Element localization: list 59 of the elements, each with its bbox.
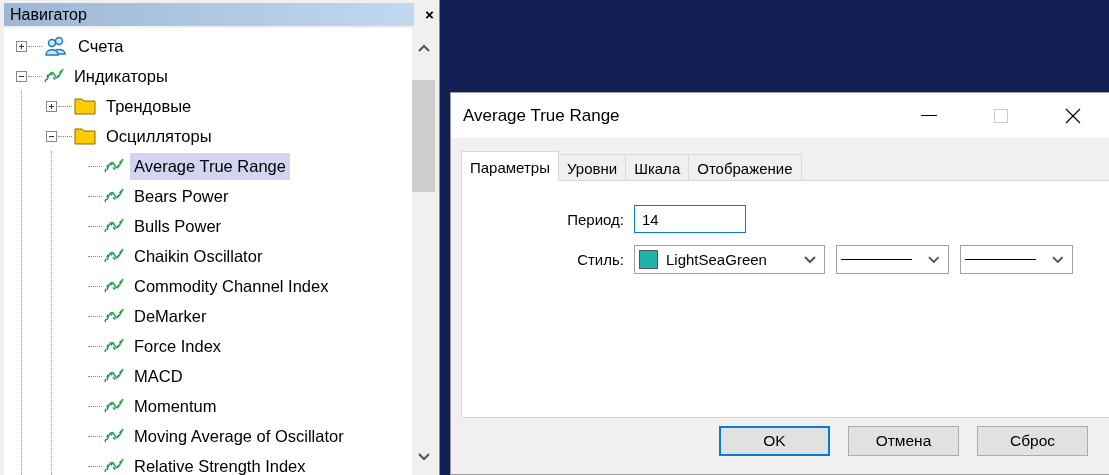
tree-item[interactable]: Moving Average of Oscillator xyxy=(130,422,348,450)
dialog-title: Average True Range xyxy=(463,105,621,126)
field-label: Период: xyxy=(566,210,624,228)
tab[interactable]: Отображение xyxy=(688,154,802,180)
collapse-icon[interactable] xyxy=(16,70,27,82)
maximize-icon xyxy=(994,108,1008,123)
folder-icon xyxy=(74,97,96,115)
tree-item[interactable]: Average True Range xyxy=(130,152,290,180)
tree-item[interactable]: Трендовые xyxy=(102,92,196,120)
scroll-down-icon xyxy=(417,453,430,461)
tab[interactable]: Уровни xyxy=(557,154,627,180)
folder-icon xyxy=(74,127,96,145)
indicator-icon xyxy=(104,248,124,264)
tree-item[interactable]: Счета xyxy=(74,32,128,60)
tree-item[interactable]: Bulls Power xyxy=(130,212,226,240)
indicator-icon xyxy=(104,398,124,414)
caret-icon xyxy=(928,255,940,264)
line-sample-icon xyxy=(965,259,1037,260)
tab[interactable]: Параметры xyxy=(461,151,559,181)
users-icon xyxy=(44,36,68,56)
indicator-icon xyxy=(104,278,124,294)
line-style-dropdown[interactable] xyxy=(836,245,949,274)
period-input[interactable]: 14 xyxy=(634,205,746,233)
indicator-icon xyxy=(104,188,124,204)
dialog-button[interactable]: Сброс xyxy=(977,426,1088,456)
tree-item[interactable]: DeMarker xyxy=(130,302,211,330)
tree-item[interactable]: Осцилляторы xyxy=(102,122,216,150)
color-dropdown[interactable]: LightSeaGreen xyxy=(634,245,825,274)
field-label: Стиль: xyxy=(576,251,624,268)
caret-icon xyxy=(1052,255,1064,264)
indicator-icon xyxy=(104,218,124,234)
line-style-dropdown[interactable] xyxy=(960,245,1073,274)
collapse-icon[interactable] xyxy=(46,130,57,142)
indicator-icon xyxy=(104,308,124,324)
indicator-icon xyxy=(104,338,124,354)
indicator-icon xyxy=(104,458,124,474)
caret-icon xyxy=(804,255,816,264)
dialog-button[interactable]: Отмена xyxy=(848,426,959,456)
close-icon[interactable] xyxy=(1065,107,1081,124)
panel-title: Навигатор xyxy=(4,3,414,26)
expand-icon[interactable] xyxy=(46,100,57,112)
minimize-icon[interactable] xyxy=(921,114,937,117)
indicator-icon xyxy=(44,68,64,84)
tree-item[interactable]: Bears Power xyxy=(130,182,233,210)
tree-item[interactable]: Force Index xyxy=(130,332,226,360)
tree-item[interactable]: Индикаторы xyxy=(70,62,172,90)
tree-item[interactable]: MACD xyxy=(130,362,187,390)
indicator-icon xyxy=(104,428,124,444)
tree-item[interactable]: Relative Strength Index xyxy=(130,452,310,475)
tree-item[interactable]: Momentum xyxy=(130,392,221,420)
expand-icon[interactable] xyxy=(16,40,27,52)
tree-item[interactable]: Chaikin Oscillator xyxy=(130,242,267,270)
tree-item[interactable]: Commodity Channel Index xyxy=(130,272,333,300)
scroll-thumb[interactable] xyxy=(412,80,435,192)
indicator-icon xyxy=(104,158,124,174)
scroll-up-icon xyxy=(417,44,430,52)
line-sample-icon xyxy=(841,259,913,260)
dialog-button[interactable]: OK xyxy=(719,426,830,456)
indicator-icon xyxy=(104,368,124,384)
